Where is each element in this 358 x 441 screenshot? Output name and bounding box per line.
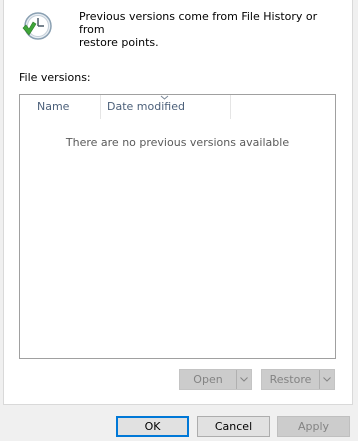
column-header-name[interactable]: Name xyxy=(20,95,100,119)
info-text: Previous versions come from File History… xyxy=(79,10,329,49)
open-dropdown-arrow[interactable] xyxy=(236,370,251,389)
chevron-down-icon xyxy=(240,377,248,382)
restore-dropdown-arrow[interactable] xyxy=(319,370,334,389)
chevron-down-icon xyxy=(323,377,331,382)
apply-button[interactable]: Apply xyxy=(277,416,350,437)
info-line-2: restore points. xyxy=(79,36,159,49)
empty-list-message: There are no previous versions available xyxy=(65,136,290,149)
restore-button[interactable]: Restore xyxy=(261,369,335,390)
file-versions-list[interactable]: Name Date modified There are no previous… xyxy=(19,94,336,359)
restore-button-label: Restore xyxy=(269,373,312,386)
ok-button[interactable]: OK xyxy=(116,416,189,437)
open-button[interactable]: Open xyxy=(179,369,252,390)
cancel-button[interactable]: Cancel xyxy=(197,416,270,437)
sort-chevron-icon xyxy=(160,95,169,100)
history-clock-icon xyxy=(22,12,52,40)
open-button-label: Open xyxy=(193,373,223,386)
info-line-1: Previous versions come from File History… xyxy=(79,10,318,36)
file-versions-label: File versions: xyxy=(19,71,91,84)
